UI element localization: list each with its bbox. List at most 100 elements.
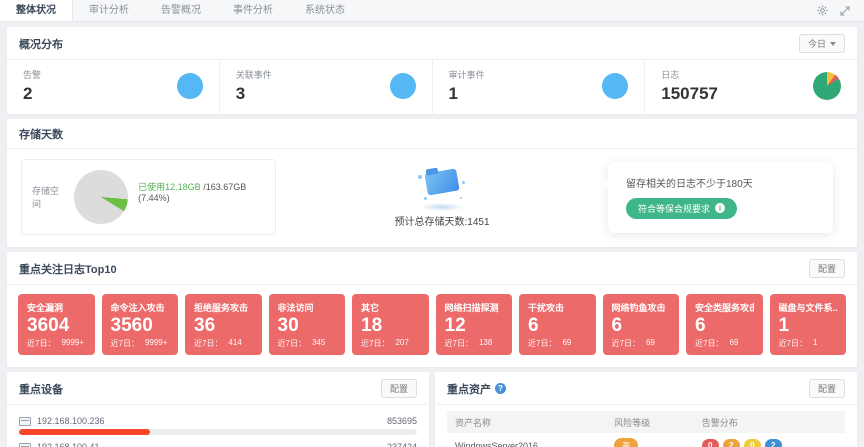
asset-name: WindowsServer2016 [447, 441, 614, 447]
log-card-recent-label: 近7日： [27, 338, 55, 349]
device-icon [19, 443, 31, 447]
devices-config-button[interactable]: 配置 [381, 379, 417, 398]
retention-note: 留存相关的日志不少于180天 [626, 175, 815, 190]
stat-label: 告警 [23, 68, 41, 81]
storage-space-box: 存储空间 已使用12.18GB /163.67GB (7.44%) [21, 159, 276, 235]
device-icon [19, 417, 31, 426]
log-card-recent-value: 138 [479, 338, 492, 349]
top10-log-card[interactable]: 网络扫描探测 12 近7日： 138 [436, 294, 513, 355]
log-card-value: 30 [278, 314, 337, 338]
log-card-recent-value: 1 [813, 338, 817, 349]
top10-log-card[interactable]: 安全类服务攻击 6 近7日： 69 [686, 294, 763, 355]
log-card-recent-value: 69 [646, 338, 655, 349]
log-card-recent-label: 近7日： [445, 338, 473, 349]
date-range-value: 今日 [808, 37, 826, 50]
log-card-recent-label: 近7日： [194, 338, 222, 349]
top10-log-card[interactable]: 磁盘与文件系... 1 近7日： 1 [770, 294, 847, 355]
alarm-count-badge: 0 [744, 439, 761, 447]
assets-title: 重点资产 [447, 381, 491, 397]
top-tab-bar: 整体状况审计分析告警概况事件分析系统状态 [0, 0, 864, 22]
tab-bar-tabs: 整体状况审计分析告警概况事件分析系统状态 [0, 0, 817, 21]
key-devices-card: 重点设备 配置 192.168.100.236 853695 192.168.1… [7, 372, 429, 447]
device-ip: 192.168.100.41 [37, 442, 381, 447]
top10-log-card[interactable]: 网络钓鱼攻击 6 近7日： 69 [603, 294, 680, 355]
compliance-badge-button[interactable]: 符合等保合规要求 i [626, 198, 737, 219]
alarm-count-badge: 2 [723, 439, 740, 447]
help-icon[interactable]: ? [495, 383, 506, 394]
log-card-recent-value: 9999+ [61, 338, 83, 349]
top10-log-card[interactable]: 非法访问 30 近7日： 345 [269, 294, 346, 355]
tab-3[interactable]: 事件分析 [217, 0, 289, 21]
log-card-title: 网络扫描探测 [445, 301, 504, 314]
device-log-count: 237424 [387, 442, 417, 447]
overview-stat[interactable]: 日志 150757 [645, 60, 857, 114]
top10-log-card[interactable]: 拒绝服务攻击 36 近7日： 414 [185, 294, 262, 355]
stat-label: 日志 [661, 68, 718, 81]
stat-value: 1 [449, 84, 485, 104]
tab-4[interactable]: 系统状态 [289, 0, 361, 21]
alarm-count-badge: 0 [702, 439, 719, 447]
log-card-value: 3604 [27, 314, 86, 338]
asset-row[interactable]: WindowsServer2016 高 0202 [447, 433, 845, 447]
blue-circle-icon [177, 73, 203, 99]
storage-folder-icon [412, 167, 472, 211]
chevron-down-icon [830, 42, 836, 46]
risk-level-badge: 高 [614, 438, 638, 447]
stat-label: 关联事件 [236, 68, 272, 81]
log-card-recent-label: 近7日： [695, 338, 723, 349]
log-card-recent-label: 近7日： [779, 338, 807, 349]
device-ip: 192.168.100.236 [37, 416, 381, 426]
fullscreen-expand-icon[interactable] [840, 6, 850, 16]
log-card-recent-value: 69 [562, 338, 571, 349]
log-card-recent-value: 9999+ [145, 338, 167, 349]
device-log-count: 853695 [387, 416, 417, 426]
log-pie-chart-icon [813, 72, 841, 100]
compliance-bubble: 留存相关的日志不少于180天 符合等保合规要求 i [608, 162, 833, 233]
log-card-recent-label: 近7日： [111, 338, 139, 349]
overview-card: 概况分布 今日 告警 2 关联事件 3 审计事件 1 日志 150757 [7, 27, 857, 114]
tab-0[interactable]: 整体状况 [0, 0, 73, 21]
log-card-recent-value: 345 [312, 338, 325, 349]
key-assets-card: 重点资产 ? 配置 资产名称 风险等级 告警分布 WindowsServer20… [435, 372, 857, 447]
top10-log-card[interactable]: 安全漏洞 3604 近7日： 9999+ [18, 294, 95, 355]
top10-log-card[interactable]: 命令注入攻击 3560 近7日： 9999+ [102, 294, 179, 355]
storage-space-label: 存储空间 [32, 184, 64, 210]
log-card-value: 6 [528, 314, 587, 338]
estimated-storage-days: 预计总存储天数:1451 [394, 213, 489, 228]
overview-stat[interactable]: 关联事件 3 [220, 60, 433, 114]
top10-log-card[interactable]: 其它 18 近7日： 207 [352, 294, 429, 355]
log-card-value: 3560 [111, 314, 170, 338]
device-row[interactable]: 192.168.100.236 853695 [19, 416, 417, 435]
log-card-title: 网络钓鱼攻击 [612, 301, 671, 314]
log-card-recent-label: 近7日： [528, 338, 556, 349]
log-card-title: 命令注入攻击 [111, 301, 170, 314]
device-row[interactable]: 192.168.100.41 237424 [19, 442, 417, 447]
date-range-dropdown[interactable]: 今日 [799, 34, 845, 53]
tab-1[interactable]: 审计分析 [73, 0, 145, 21]
overview-stat[interactable]: 告警 2 [7, 60, 220, 114]
stat-value: 2 [23, 84, 41, 104]
stat-value: 3 [236, 84, 272, 104]
log-card-value: 6 [612, 314, 671, 338]
storage-usage-pie-chart [74, 170, 128, 224]
devices-title: 重点设备 [19, 381, 63, 397]
top10-logs-card: 重点关注日志Top10 配置 安全漏洞 3604 近7日： 9999+ 命令注入… [7, 252, 857, 367]
log-card-value: 18 [361, 314, 420, 338]
asset-table-header: 资产名称 风险等级 告警分布 [447, 411, 845, 433]
top10-title: 重点关注日志Top10 [19, 261, 117, 277]
overview-stat[interactable]: 审计事件 1 [433, 60, 646, 114]
compliance-badge-label: 符合等保合规要求 [638, 202, 710, 215]
storage-title: 存储天数 [19, 126, 63, 142]
log-card-recent-label: 近7日： [361, 338, 389, 349]
tab-2[interactable]: 告警概况 [145, 0, 217, 21]
settings-gear-icon[interactable] [817, 5, 828, 16]
log-card-title: 安全类服务攻击 [695, 301, 754, 314]
assets-config-button[interactable]: 配置 [809, 379, 845, 398]
column-alarm-distribution: 告警分布 [702, 416, 845, 429]
top10-config-button[interactable]: 配置 [809, 259, 845, 278]
overview-stats: 告警 2 关联事件 3 审计事件 1 日志 150757 [7, 60, 857, 114]
top10-log-card[interactable]: 干扰攻击 6 近7日： 69 [519, 294, 596, 355]
log-card-title: 安全漏洞 [27, 301, 86, 314]
stat-value: 150757 [661, 84, 718, 104]
log-card-recent-value: 69 [729, 338, 738, 349]
